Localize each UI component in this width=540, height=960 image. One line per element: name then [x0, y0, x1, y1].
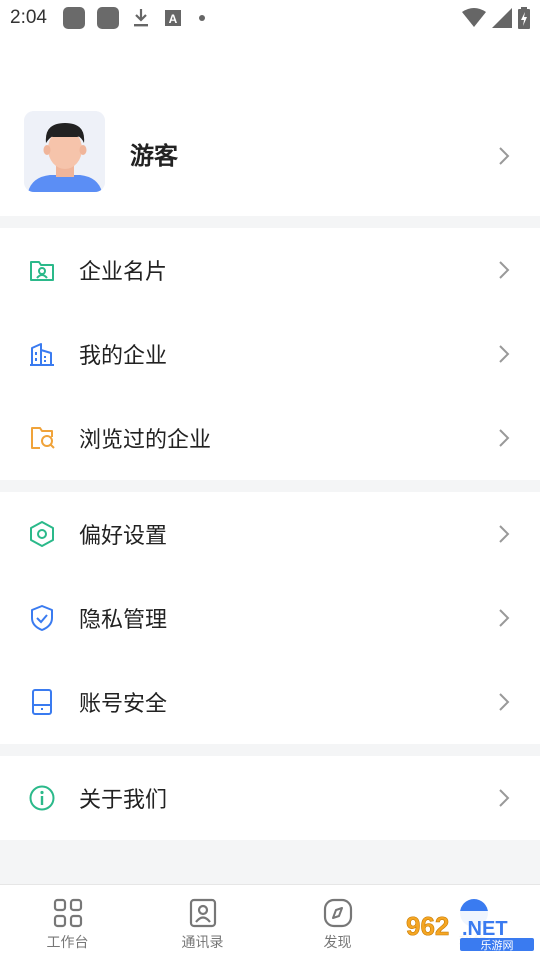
- tab-label: 工作台: [46, 935, 89, 951]
- download-icon: [131, 7, 151, 29]
- profile-card[interactable]: 游客: [0, 96, 540, 216]
- wifi-icon: [462, 8, 486, 32]
- menu-group-settings: 偏好设置 隐私管理 账号安全: [0, 492, 540, 744]
- tab-contacts[interactable]: 通讯录: [135, 885, 270, 960]
- tab-discover[interactable]: 发现: [270, 885, 405, 960]
- shield-check-icon: [31, 605, 53, 631]
- history-icon: [31, 427, 55, 449]
- chevron-right-icon: [499, 525, 510, 543]
- battery-icon: [518, 7, 530, 33]
- menu-item-about-us[interactable]: 关于我们: [0, 756, 540, 840]
- menu-item-label: 偏好设置: [79, 524, 168, 549]
- menu-item-label: 隐私管理: [79, 608, 168, 633]
- info-icon: [29, 785, 55, 811]
- chevron-right-icon: [499, 429, 510, 447]
- profile-name: 游客: [130, 142, 178, 170]
- chevron-right-icon: [499, 261, 510, 279]
- status-bar: 2:04 A: [0, 0, 540, 36]
- svg-text:乐游网: 乐游网: [481, 939, 514, 952]
- grid-icon: [53, 898, 83, 928]
- menu-item-business-card[interactable]: 企业名片: [0, 228, 540, 312]
- menu-item-browsed-enterprises[interactable]: 浏览过的企业: [0, 396, 540, 480]
- menu-group-enterprise: 企业名片 我的企业 浏览过的企业: [0, 228, 540, 480]
- tab-workbench[interactable]: 工作台: [0, 885, 135, 960]
- phone-icon: [32, 689, 52, 715]
- chevron-right-icon: [499, 789, 510, 807]
- dot-icon: [198, 15, 205, 21]
- menu-item-my-enterprise[interactable]: 我的企业: [0, 312, 540, 396]
- watermark-logo: 962 .NET 乐游网: [400, 905, 536, 955]
- chevron-right-icon: [499, 345, 510, 363]
- svg-text:.NET: .NET: [462, 918, 508, 940]
- header-spacer: [0, 36, 540, 96]
- menu-item-label: 浏览过的企业: [79, 428, 212, 453]
- tab-label: 发现: [323, 935, 352, 951]
- tab-label: 通讯录: [181, 935, 224, 951]
- text-a-icon: A: [163, 7, 183, 29]
- chevron-right-icon: [499, 147, 510, 165]
- svg-text:962: 962: [406, 911, 449, 941]
- menu-item-label: 企业名片: [79, 260, 168, 285]
- menu-item-label: 我的企业: [79, 344, 168, 369]
- notification-square-icon: [62, 7, 85, 29]
- menu-group-about: 关于我们: [0, 756, 540, 840]
- status-time: 2:04: [10, 7, 47, 28]
- menu-item-privacy[interactable]: 隐私管理: [0, 576, 540, 660]
- menu-item-account-security[interactable]: 账号安全: [0, 660, 540, 744]
- menu-item-label: 账号安全: [79, 692, 168, 717]
- svg-text:A: A: [169, 12, 178, 26]
- avatar[interactable]: [24, 111, 105, 192]
- settings-hexagon-icon: [30, 521, 54, 547]
- business-card-icon: [30, 261, 54, 281]
- notification-square-icon: [96, 7, 119, 29]
- building-icon: [30, 343, 54, 366]
- signal-icon: [492, 8, 512, 32]
- chevron-right-icon: [499, 693, 510, 711]
- compass-icon: [323, 898, 353, 928]
- menu-item-preferences[interactable]: 偏好设置: [0, 492, 540, 576]
- menu-item-label: 关于我们: [79, 788, 168, 813]
- contacts-icon: [189, 898, 217, 928]
- chevron-right-icon: [499, 609, 510, 627]
